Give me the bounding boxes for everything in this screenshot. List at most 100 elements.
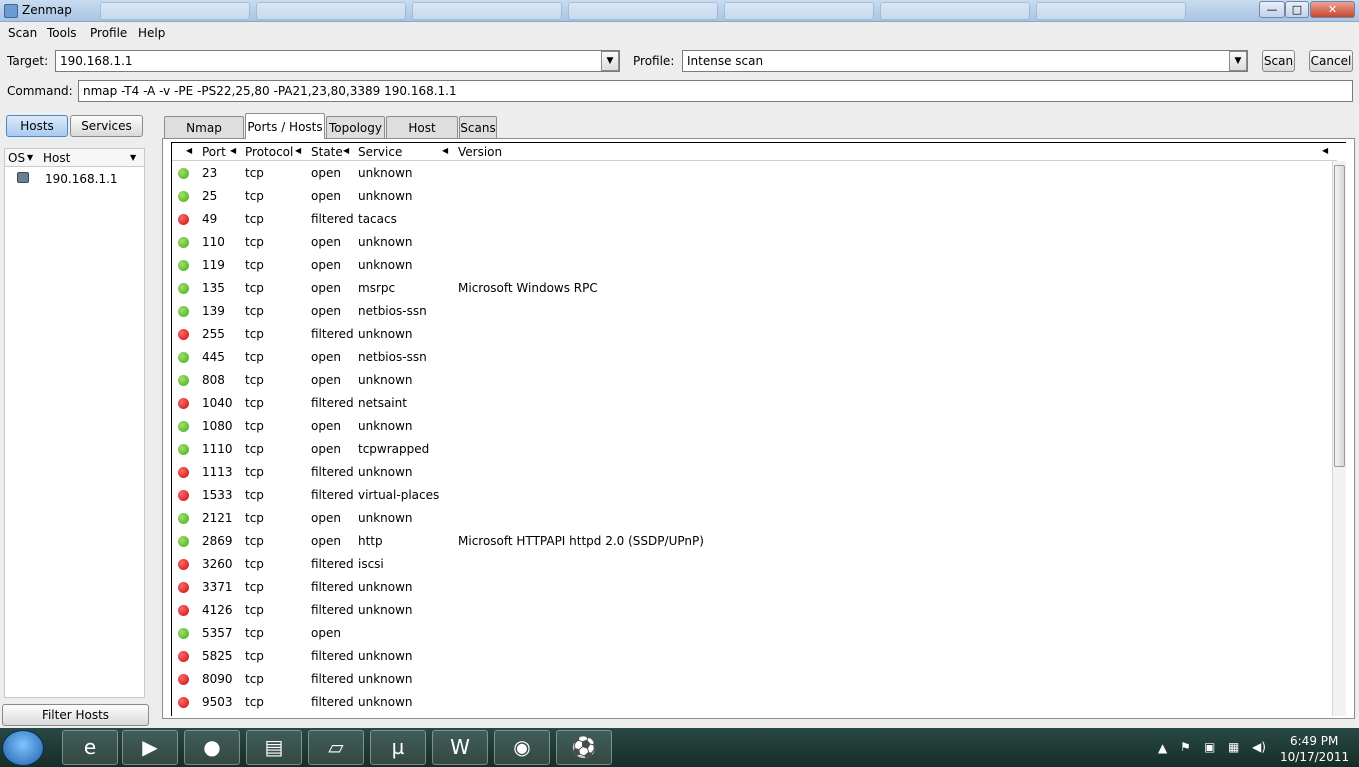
clock-time[interactable]: 6:49 PM <box>1290 734 1338 748</box>
table-row[interactable]: 25 tcp open unknown <box>172 185 1337 208</box>
start-button[interactable] <box>2 730 44 766</box>
cell-port: 135 <box>202 281 225 295</box>
file-explorer-icon[interactable]: ▤ <box>246 730 302 765</box>
cell-port: 5825 <box>202 649 233 663</box>
cell-service: tcpwrapped <box>358 442 430 456</box>
target-dropdown-button[interactable]: ▼ <box>601 51 619 71</box>
protocol-column-header[interactable]: Protocol <box>245 145 293 159</box>
tab-nmap-output[interactable]: Nmap Output <box>164 116 244 157</box>
zenmap-window: Zenmap — □ ✕ Scan Tools Profile Help Tar… <box>0 0 1359 728</box>
filtered-status-icon <box>178 697 189 708</box>
menu-help[interactable]: Help <box>138 26 165 40</box>
table-row[interactable]: 135 tcp open msrpc Microsoft Windows RPC <box>172 277 1337 300</box>
cell-protocol: tcp <box>245 672 264 686</box>
filter-hosts-button[interactable]: Filter Hosts <box>2 704 149 726</box>
cell-port: 1110 <box>202 442 233 456</box>
table-row[interactable]: 5357 tcp open <box>172 622 1337 645</box>
network-icon[interactable]: ▦ <box>1228 740 1239 754</box>
cell-protocol: tcp <box>245 649 264 663</box>
table-row[interactable]: 5825 tcp filtered unknown <box>172 645 1337 668</box>
utorrent-icon[interactable]: µ <box>370 730 426 765</box>
word-icon[interactable]: W <box>432 730 488 765</box>
cell-service: virtual-places <box>358 488 440 502</box>
table-row[interactable]: 8090 tcp filtered unknown <box>172 668 1337 691</box>
scrollbar-thumb[interactable] <box>1334 165 1345 467</box>
menu-profile[interactable]: Profile <box>90 26 127 40</box>
maximize-button[interactable]: □ <box>1285 1 1309 18</box>
scan-button[interactable]: Scan <box>1262 50 1295 72</box>
table-row[interactable]: 3371 tcp filtered unknown <box>172 576 1337 599</box>
table-row[interactable]: 808 tcp open unknown <box>172 369 1337 392</box>
cell-state: filtered <box>311 695 354 709</box>
filtered-status-icon <box>178 490 189 501</box>
profile-dropdown-button[interactable]: ▼ <box>1229 51 1247 71</box>
chevron-down-icon: ▼ <box>1234 56 1242 66</box>
minimize-button[interactable]: — <box>1259 1 1285 18</box>
cell-service: unknown <box>358 189 413 203</box>
table-row[interactable]: 1533 tcp filtered virtual-places <box>172 484 1337 507</box>
cell-service: unknown <box>358 327 413 341</box>
action-center-flag-icon[interactable]: ⚑ <box>1180 740 1191 754</box>
state-column-header[interactable]: State <box>311 145 343 159</box>
zenmap-eye-icon[interactable]: ◉ <box>494 730 550 765</box>
table-row[interactable]: 110 tcp open unknown <box>172 231 1337 254</box>
filtered-status-icon <box>178 214 189 225</box>
cancel-button[interactable]: Cancel <box>1309 50 1353 72</box>
table-row[interactable]: 1080 tcp open unknown <box>172 415 1337 438</box>
ports-hosts-panel: ◀ Port ◀ Protocol ◀ State ◀ Service ◀ Ve… <box>162 138 1355 719</box>
clock-date[interactable]: 10/17/2011 <box>1280 750 1349 764</box>
menu-scan[interactable]: Scan <box>8 26 37 40</box>
table-row[interactable]: 23 tcp open unknown <box>172 162 1337 185</box>
open-status-icon <box>178 375 189 386</box>
media-center-icon[interactable]: ▶ <box>122 730 178 765</box>
table-row[interactable]: 1110 tcp open tcpwrapped <box>172 438 1337 461</box>
target-input[interactable]: 190.168.1.1 <box>55 50 620 72</box>
internet-explorer-icon[interactable]: e <box>62 730 118 765</box>
cell-service: unknown <box>358 235 413 249</box>
device-icon[interactable]: ▣ <box>1204 740 1215 754</box>
table-row[interactable]: 4126 tcp filtered unknown <box>172 599 1337 622</box>
table-row[interactable]: 49 tcp filtered tacacs <box>172 208 1337 231</box>
show-hidden-icons-icon[interactable]: ▲ <box>1158 741 1167 755</box>
host-column-header[interactable]: Host <box>43 151 70 165</box>
table-row[interactable]: 119 tcp open unknown <box>172 254 1337 277</box>
table-row[interactable]: 1040 tcp filtered netsaint <box>172 392 1337 415</box>
port-column-header[interactable]: Port <box>202 145 226 159</box>
open-status-icon <box>178 352 189 363</box>
vertical-scrollbar[interactable] <box>1332 161 1346 716</box>
sticky-notes-icon[interactable]: ▱ <box>308 730 364 765</box>
command-input[interactable]: nmap -T4 -A -v -PE -PS22,25,80 -PA21,23,… <box>78 80 1353 102</box>
volume-icon[interactable]: ◀) <box>1252 740 1266 754</box>
table-row[interactable]: 139 tcp open netbios-ssn <box>172 300 1337 323</box>
host-row[interactable]: 190.168.1.1 <box>5 169 144 189</box>
table-row[interactable]: 2121 tcp open unknown <box>172 507 1337 530</box>
version-column-header[interactable]: Version <box>458 145 502 159</box>
tab-ports-hosts[interactable]: Ports / Hosts <box>245 113 325 139</box>
tab-topology[interactable]: Topology <box>326 116 385 138</box>
profile-select[interactable]: Intense scan <box>682 50 1248 72</box>
cell-state: filtered <box>311 649 354 663</box>
table-row[interactable]: 1113 tcp filtered unknown <box>172 461 1337 484</box>
table-row[interactable]: 3260 tcp filtered iscsi <box>172 553 1337 576</box>
services-toggle-button[interactable]: Services <box>70 115 143 137</box>
close-button[interactable]: ✕ <box>1310 1 1355 18</box>
table-row[interactable]: 9503 tcp filtered unknown <box>172 691 1337 714</box>
tab-scans[interactable]: Scans <box>459 116 497 138</box>
cell-state: filtered <box>311 396 354 410</box>
open-status-icon <box>178 421 189 432</box>
sort-left-icon: ◀ <box>1322 146 1329 155</box>
menu-tools[interactable]: Tools <box>47 26 77 40</box>
cell-state: filtered <box>311 580 354 594</box>
cell-port: 808 <box>202 373 225 387</box>
table-row[interactable]: 2869 tcp open http Microsoft HTTPAPI httpd 2… <box>172 530 1337 553</box>
os-column-header[interactable]: OS <box>8 151 25 165</box>
table-row[interactable]: 445 tcp open netbios-ssn <box>172 346 1337 369</box>
soccer-ball-icon[interactable]: ⚽ <box>556 730 612 765</box>
filtered-status-icon <box>178 398 189 409</box>
service-column-header[interactable]: Service <box>358 145 402 159</box>
firefox-icon[interactable]: ● <box>184 730 240 765</box>
cell-port: 3260 <box>202 557 233 571</box>
table-row[interactable]: 255 tcp filtered unknown <box>172 323 1337 346</box>
tab-host-details[interactable]: Host Details <box>386 116 458 157</box>
hosts-toggle-button[interactable]: Hosts <box>6 115 68 137</box>
